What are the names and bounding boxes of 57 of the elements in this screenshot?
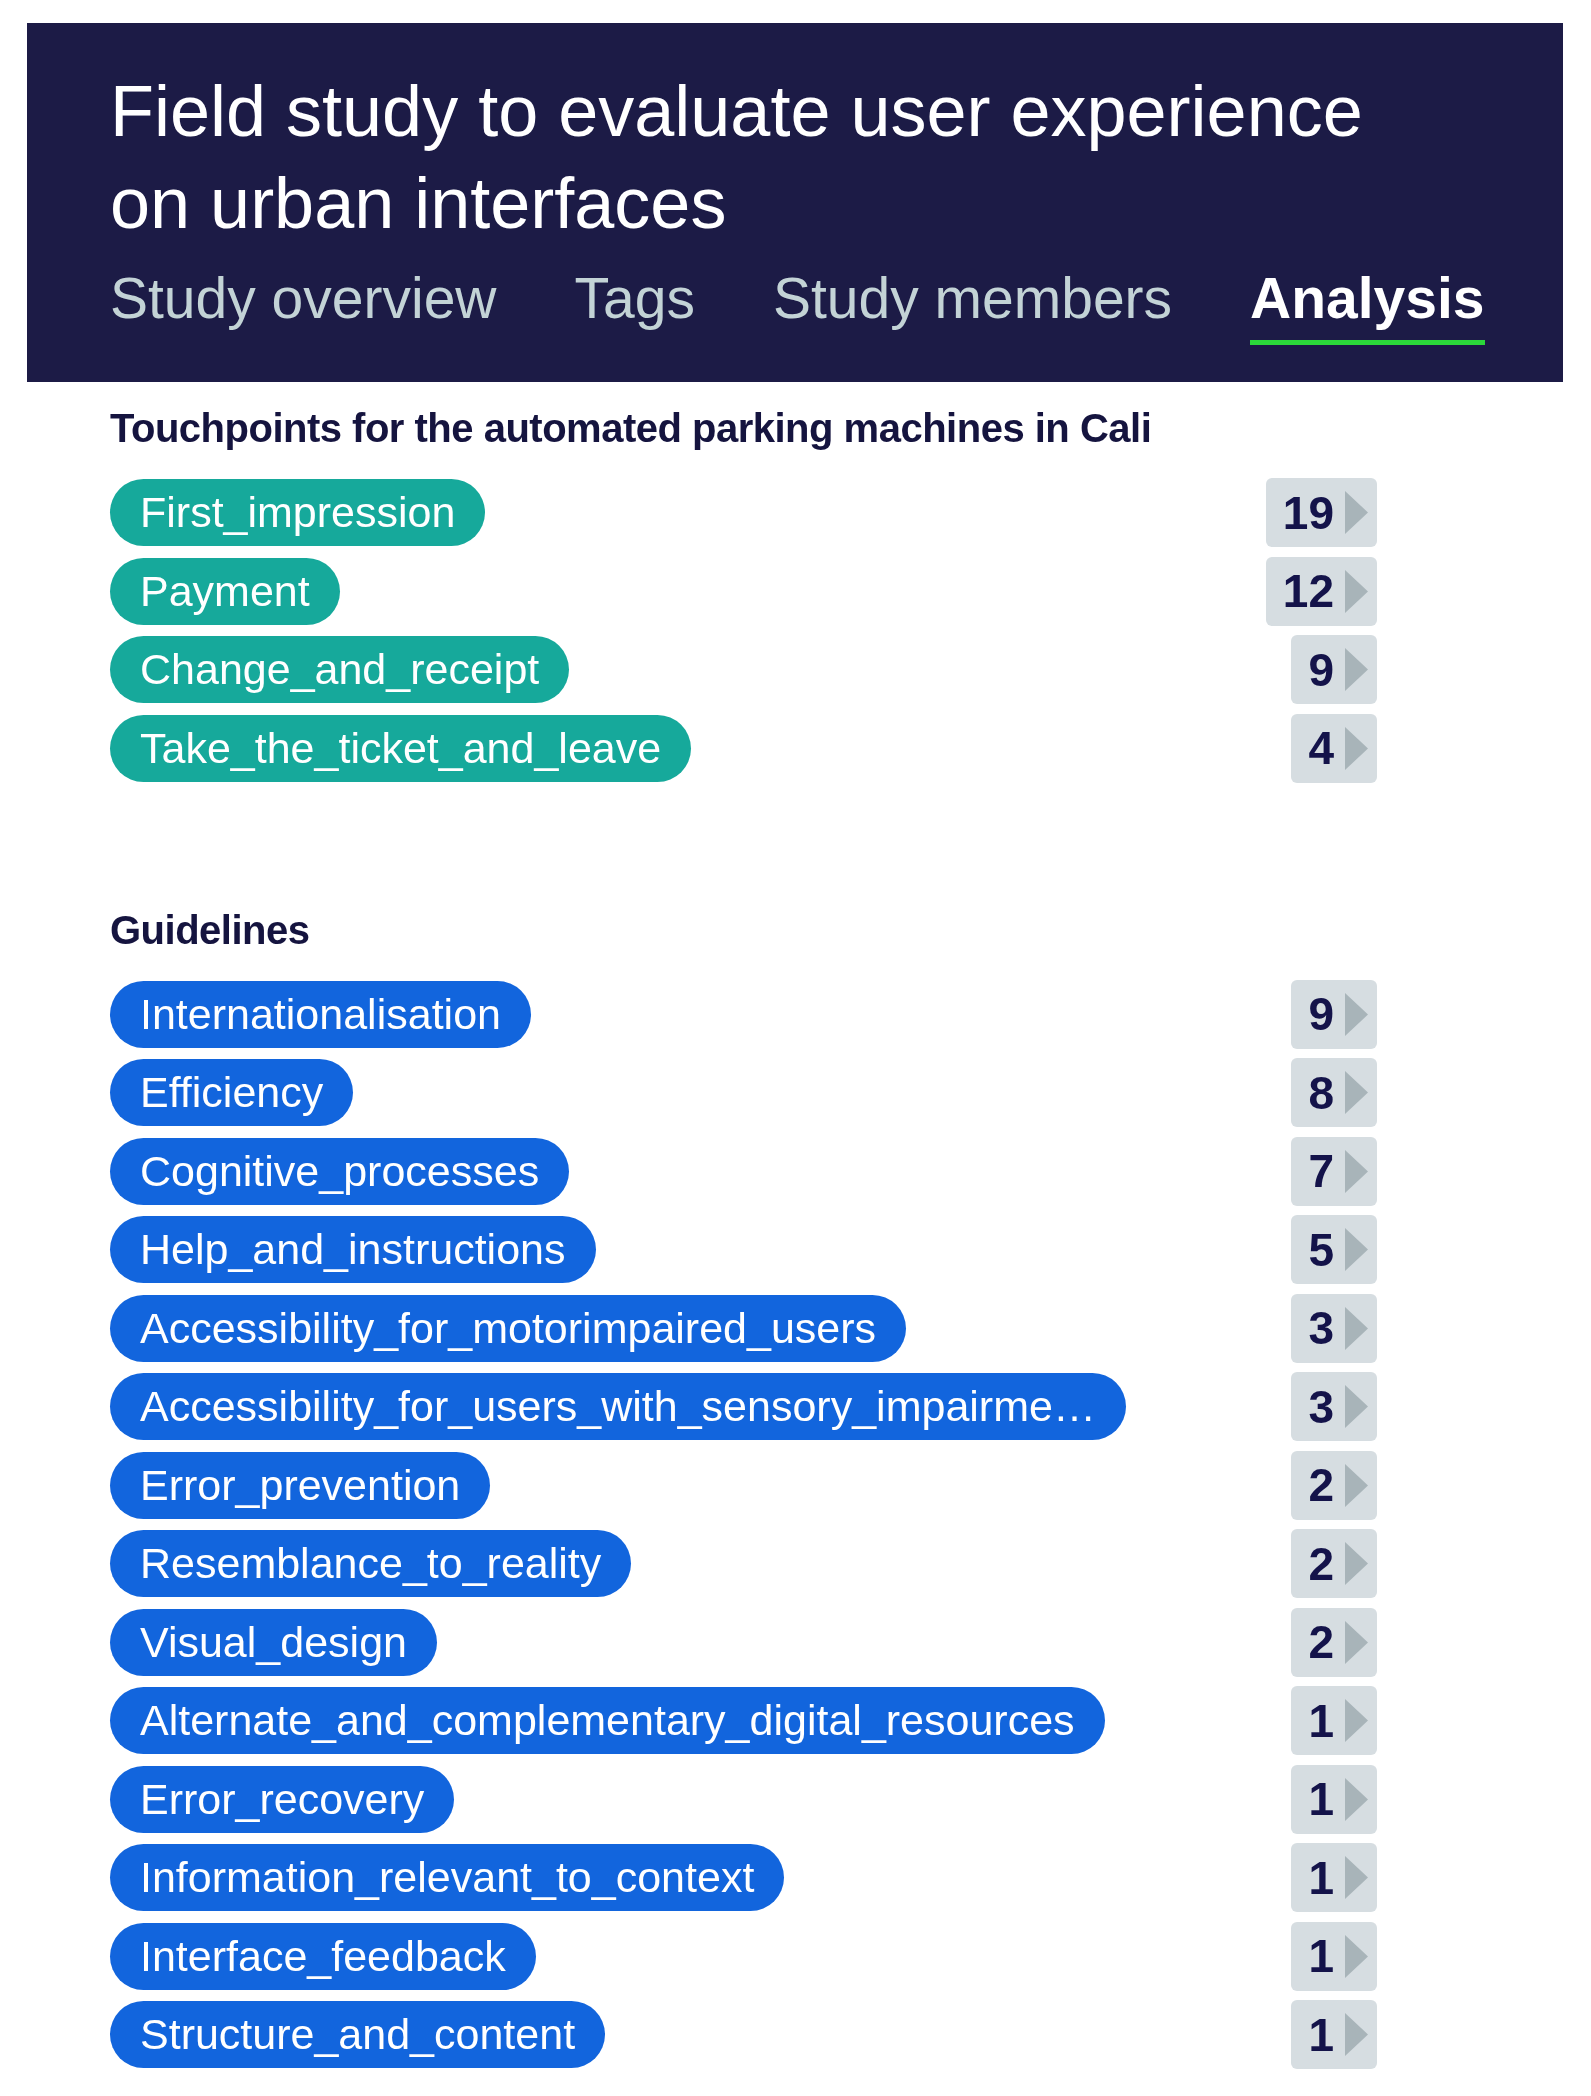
tag-chip[interactable]: Accessibility_for_users_with_sensory_impairme… [110, 1373, 1126, 1440]
count-button[interactable]: 1 [1291, 1921, 1377, 1991]
count-button[interactable]: 1 [1291, 2000, 1377, 2069]
caret-icon [1345, 1934, 1368, 1978]
caret-icon [1345, 1777, 1368, 1821]
count-button[interactable]: 12 [1265, 556, 1377, 626]
caret-icon [1345, 1385, 1368, 1428]
caret-icon [1345, 1856, 1368, 1899]
caret-icon [1345, 992, 1368, 1036]
caret-icon [1345, 1463, 1368, 1507]
caret-icon [1345, 1306, 1368, 1350]
section-heading: Guidelines [110, 906, 311, 954]
study-title: Field study to evaluate user experience on urban interfaces [110, 70, 1364, 245]
count-button[interactable]: 2 [1291, 1450, 1377, 1520]
caret-icon [1345, 569, 1368, 613]
count-button[interactable]: 2 [1291, 1529, 1377, 1598]
caret-icon [1345, 726, 1368, 770]
tag-chip[interactable]: Internationalisation [110, 980, 531, 1048]
caret-icon [1345, 648, 1368, 691]
count-button[interactable]: 19 [1265, 478, 1377, 547]
tag-chip[interactable]: Visual_design [110, 1608, 437, 1676]
caret-icon [1345, 1149, 1368, 1193]
tag-chip[interactable]: Cognitive_processes [110, 1137, 570, 1205]
tab[interactable]: Analysis [1250, 264, 1485, 345]
section-heading: Touchpoints for the automated parking machines in Cali [110, 405, 1153, 452]
count-button[interactable]: 9 [1291, 635, 1377, 704]
count-button[interactable]: 8 [1291, 1058, 1377, 1127]
tag-chip[interactable]: Interface_feedback [110, 1922, 536, 1990]
count-button[interactable]: 1 [1291, 1686, 1377, 1755]
tab[interactable]: Study members [772, 264, 1173, 345]
count-button[interactable]: 7 [1291, 1136, 1377, 1206]
caret-icon [1345, 1620, 1368, 1664]
count-button[interactable]: 2 [1291, 1607, 1377, 1677]
tag-chip[interactable]: Resemblance_to_reality [110, 1530, 632, 1597]
caret-icon [1345, 1699, 1368, 1742]
count-button[interactable]: 3 [1291, 1293, 1377, 1363]
caret-icon [1345, 1228, 1368, 1271]
caret-icon [1345, 491, 1368, 534]
tag-chip[interactable]: Error_recovery [110, 1765, 455, 1833]
count-button[interactable]: 9 [1291, 979, 1377, 1049]
caret-icon [1345, 2013, 1368, 2056]
caret-icon [1345, 1542, 1368, 1585]
tag-chip[interactable]: Error_prevention [110, 1451, 491, 1519]
count-button[interactable]: 3 [1291, 1372, 1377, 1441]
tab[interactable]: Study overview [110, 264, 497, 345]
tag-chip[interactable]: Structure_and_content [110, 2001, 606, 2068]
count-button[interactable]: 5 [1291, 1215, 1377, 1284]
tag-chip[interactable]: Efficiency [110, 1059, 354, 1126]
tag-chip[interactable]: Help_and_instructions [110, 1216, 596, 1283]
count-button[interactable]: 1 [1291, 1843, 1377, 1912]
count-button[interactable]: 4 [1291, 713, 1377, 783]
caret-icon [1345, 1071, 1368, 1114]
count-button[interactable]: 1 [1291, 1764, 1377, 1834]
tab[interactable]: Tags [574, 264, 695, 345]
tag-chip[interactable]: Accessibility_for_motorimpaired_users [110, 1294, 907, 1362]
tag-chip[interactable]: Information_relevant_to_context [110, 1844, 785, 1911]
tag-chip[interactable]: Alternate_and_complementary_digital_resources [110, 1687, 1105, 1754]
